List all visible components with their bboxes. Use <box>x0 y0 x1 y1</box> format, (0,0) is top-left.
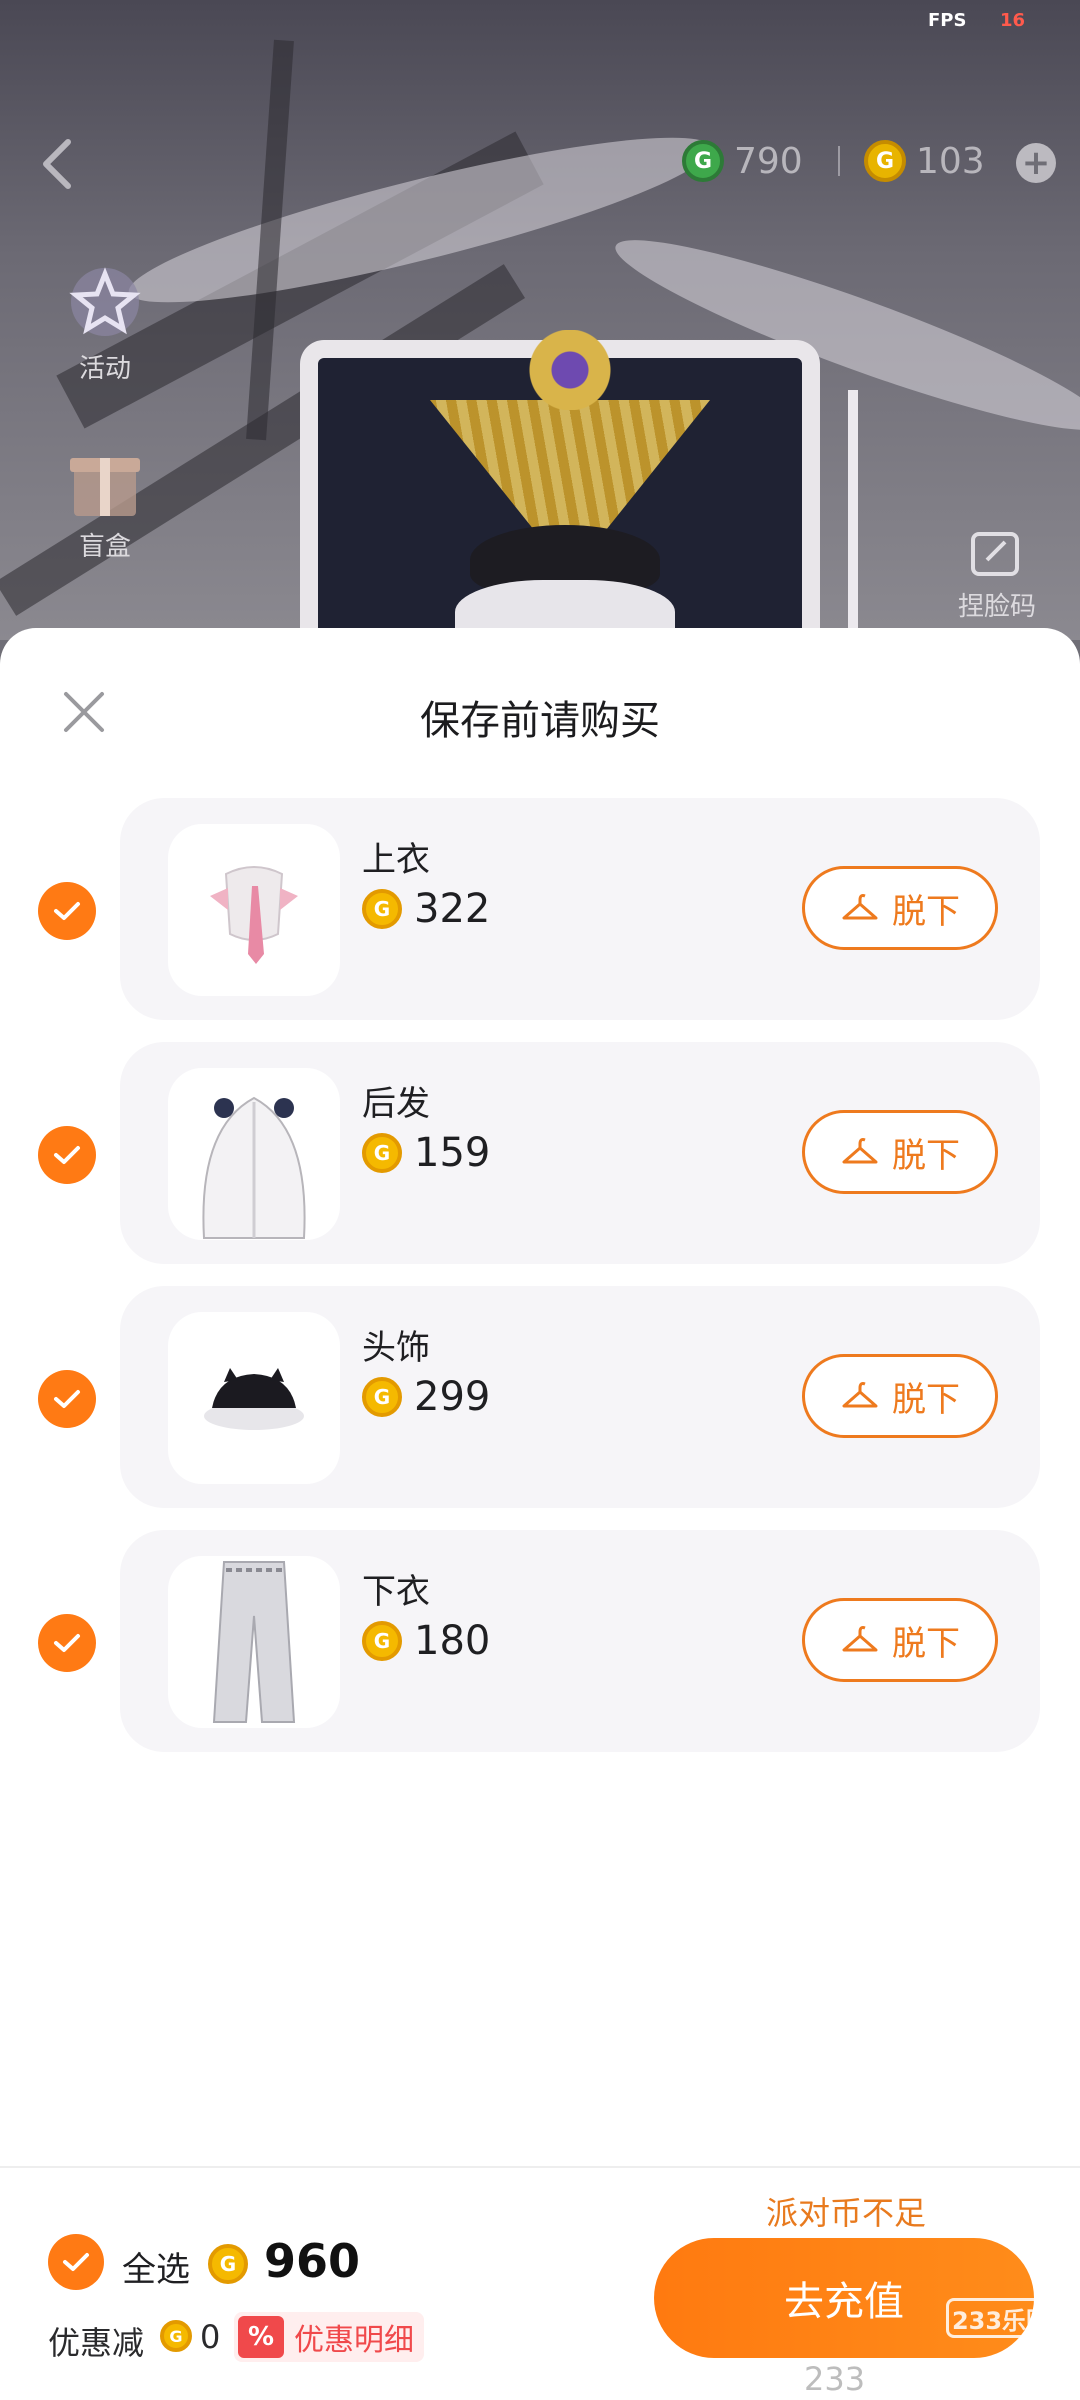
brand-watermark-logo: 233乐园 <box>946 2298 1056 2338</box>
checkmark-icon <box>54 1146 80 1164</box>
blind-box-button[interactable]: 盲盒 <box>60 440 150 563</box>
checkout-footer: 派对币不足 全选 G 960 优惠减 G 0 % 优惠明细 去充值 233乐园 … <box>0 2166 1080 2400</box>
gold-coin-icon: G <box>160 2320 192 2352</box>
hanger-icon <box>842 1138 878 1164</box>
gold-currency: G 103 <box>864 140 985 182</box>
game-scene-background <box>0 0 1080 640</box>
select-all-label[interactable]: 全选 <box>122 2242 190 2291</box>
item-price: G 299 <box>362 1374 490 1420</box>
item-thumbnail-bottoms <box>168 1556 340 1728</box>
item-thumbnail-headwear <box>168 1312 340 1484</box>
item-card: 下衣 G 180 脱下 <box>120 1530 1040 1752</box>
remove-item-button[interactable]: 脱下 <box>802 866 998 950</box>
gold-g-coin-icon: G <box>864 140 906 182</box>
checkmark-icon <box>63 2253 89 2271</box>
select-all-checkbox[interactable] <box>48 2234 104 2290</box>
hanger-icon <box>842 1626 878 1652</box>
discount-detail-button[interactable]: % 优惠明细 <box>234 2312 424 2362</box>
back-arrow-icon[interactable] <box>38 138 78 190</box>
remove-label: 脱下 <box>892 891 960 932</box>
star-icon <box>69 267 141 336</box>
total-price: 960 <box>264 2234 361 2288</box>
item-card: 头饰 G 299 脱下 <box>120 1286 1040 1508</box>
remove-item-button[interactable]: 脱下 <box>802 1110 998 1194</box>
discount-label: 优惠减 <box>48 2324 145 2362</box>
currency-divider <box>838 146 840 176</box>
item-thumbnail-back-hair <box>168 1068 340 1240</box>
checkmark-icon <box>54 1634 80 1652</box>
user-id-watermark: 233号:158717294 <box>804 2360 866 2398</box>
purchase-sheet: 保存前请购买 上衣 G 322 脱下 后发 G 159 脱下 头饰 G 299 … <box>0 628 1080 2400</box>
item-price: G 180 <box>362 1618 490 1664</box>
item-name: 头饰 <box>362 1328 430 1368</box>
discount-value: 0 <box>200 2318 221 2356</box>
remove-label: 脱下 <box>892 1379 960 1420</box>
activity-label: 活动 <box>78 354 131 384</box>
item-card: 上衣 G 322 脱下 <box>120 798 1040 1020</box>
item-card: 后发 G 159 脱下 <box>120 1042 1040 1264</box>
green-currency: G 790 <box>682 140 803 182</box>
add-currency-icon[interactable]: + <box>1016 143 1056 183</box>
remove-item-button[interactable]: 脱下 <box>802 1354 998 1438</box>
gold-currency-value: 103 <box>916 140 985 182</box>
percent-icon: % <box>238 2316 284 2358</box>
remove-label: 脱下 <box>892 1623 960 1664</box>
item-name: 下衣 <box>362 1572 430 1612</box>
gold-coin-icon: G <box>362 1621 402 1661</box>
green-currency-value: 790 <box>734 140 803 182</box>
item-price-value: 322 <box>414 886 491 932</box>
face-code-icon <box>971 532 1019 576</box>
green-g-coin-icon: G <box>682 140 724 182</box>
remove-label: 脱下 <box>892 1135 960 1176</box>
item-price-value: 180 <box>414 1618 491 1664</box>
gift-box-icon <box>70 458 140 516</box>
crest-ornament <box>510 330 630 410</box>
discount-detail-label: 优惠明细 <box>294 2323 414 2358</box>
item-name: 上衣 <box>362 840 430 880</box>
hanger-icon <box>842 1382 878 1408</box>
item-price: G 322 <box>362 886 490 932</box>
checkmark-icon <box>54 1390 80 1408</box>
insufficient-coins-notice: 派对币不足 <box>766 2194 927 2232</box>
hanger-icon <box>842 894 878 920</box>
remove-item-button[interactable]: 脱下 <box>802 1598 998 1682</box>
gold-coin-icon: G <box>208 2244 248 2284</box>
blind-box-label: 盲盒 <box>78 532 131 562</box>
item-checkbox[interactable] <box>38 1370 96 1428</box>
fps-label: FPS <box>928 10 967 31</box>
item-price: G 159 <box>362 1130 490 1176</box>
recharge-label: 去充值 <box>784 2279 904 2325</box>
staff-decoration <box>848 390 858 640</box>
checkmark-icon <box>54 902 80 920</box>
item-price-value: 299 <box>414 1374 491 1420</box>
face-code-label: 捏脸码 <box>958 592 1037 622</box>
activity-button[interactable]: 活动 <box>60 262 150 385</box>
item-name: 后发 <box>362 1084 430 1124</box>
item-checkbox[interactable] <box>38 1126 96 1184</box>
gold-coin-icon: G <box>362 889 402 929</box>
face-code-button[interactable]: 捏脸码 <box>958 530 1036 623</box>
item-checkbox[interactable] <box>38 882 96 940</box>
item-price-value: 159 <box>414 1130 491 1176</box>
gold-coin-icon: G <box>362 1133 402 1173</box>
sheet-title: 保存前请购买 <box>420 698 660 744</box>
gold-coin-icon: G <box>362 1377 402 1417</box>
item-checkbox[interactable] <box>38 1614 96 1672</box>
item-thumbnail-top <box>168 824 340 996</box>
fps-value: 16 <box>1000 10 1026 31</box>
